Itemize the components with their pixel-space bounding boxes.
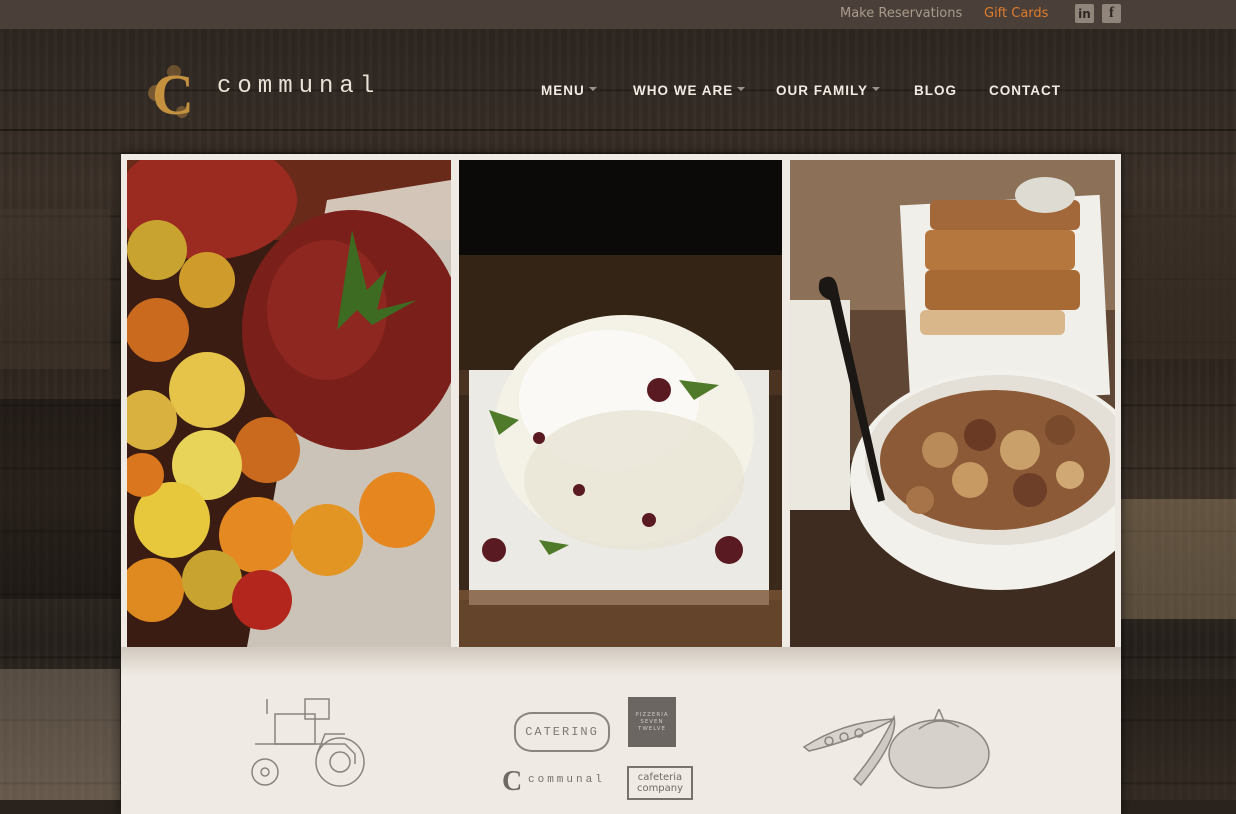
catering-logo[interactable]: CATERING xyxy=(514,712,610,752)
nav-blog[interactable]: BLOG xyxy=(914,83,957,98)
fennel-salad-photo xyxy=(459,160,782,647)
chevron-down-icon xyxy=(737,87,746,92)
make-reservations-link[interactable]: Make Reservations xyxy=(840,6,962,21)
roasted-potatoes-photo xyxy=(790,160,1115,647)
nav-contact[interactable]: CONTACT xyxy=(989,83,1061,98)
cafeteria-company-logo[interactable]: cafeteria company xyxy=(627,766,693,800)
communal-small-logo-mark[interactable]: C xyxy=(502,766,522,798)
linkedin-icon[interactable]: in xyxy=(1075,4,1094,23)
utility-bar: Make Reservations Gift Cards in f xyxy=(0,0,1236,29)
facebook-icon[interactable]: f xyxy=(1102,4,1121,23)
communal-logo-text[interactable]: communal xyxy=(217,73,380,100)
panel-shadow xyxy=(121,647,1121,677)
gift-cards-link[interactable]: Gift Cards xyxy=(984,6,1048,21)
content-panel: CATERING PIZZERIA SEVEN TWELVE C communa… xyxy=(121,154,1121,814)
communal-logo-mark[interactable]: C xyxy=(146,58,200,128)
svg-text:C: C xyxy=(152,62,194,127)
nav-who-we-are[interactable]: WHO WE ARE xyxy=(633,83,746,98)
nav-our-family[interactable]: OUR FAMILY xyxy=(776,83,881,98)
peas-tomato-illustration xyxy=(802,709,990,789)
tomatoes-photo xyxy=(127,160,451,647)
tractor-illustration xyxy=(251,698,365,787)
nav-menu[interactable]: MENU xyxy=(541,83,597,98)
chevron-down-icon xyxy=(872,87,881,92)
communal-small-logo-text[interactable]: communal xyxy=(528,774,605,786)
pizzeria-seven-twelve-logo[interactable]: PIZZERIA SEVEN TWELVE xyxy=(628,697,676,747)
chevron-down-icon xyxy=(588,87,597,92)
